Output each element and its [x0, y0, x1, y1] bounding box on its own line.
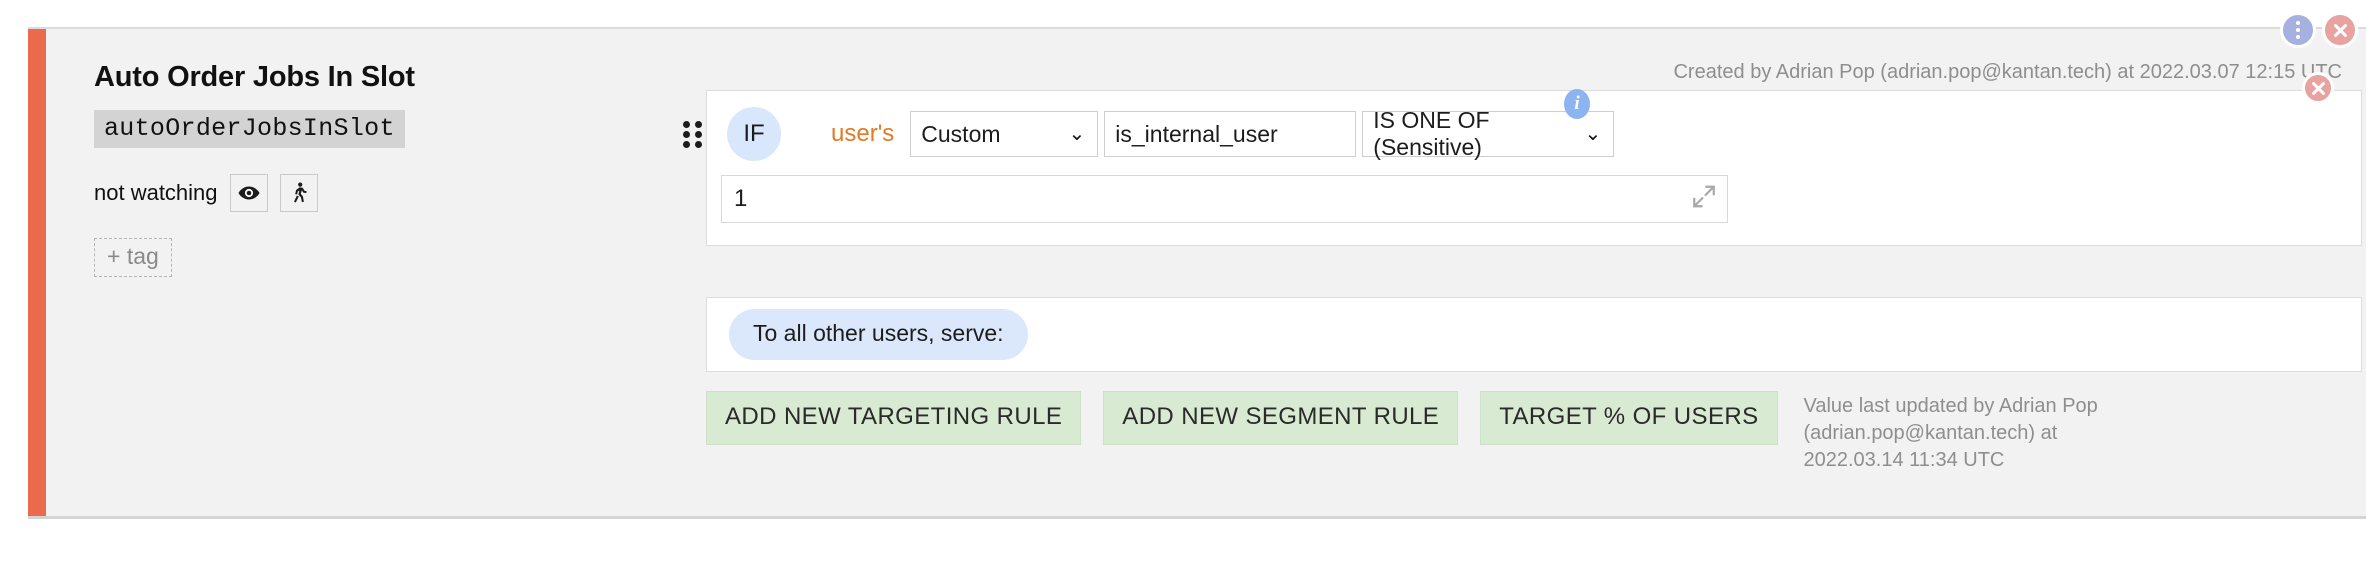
add-tag-button[interactable]: + tag — [94, 238, 172, 278]
rule-subject-label: user's — [831, 120, 894, 148]
card-body: Auto Order Jobs In Slot autoOrderJobsInS… — [46, 29, 2366, 516]
add-targeting-rule-button[interactable]: ADD NEW TARGETING RULE — [706, 391, 1081, 445]
targeting-rule-row: IF user's Custom ⌄ is_internal_user IS O… — [721, 107, 2347, 161]
delete-rule-icon[interactable] — [2302, 72, 2334, 104]
feature-flag-card: Auto Order Jobs In Slot autoOrderJobsInS… — [28, 27, 2366, 519]
status-accent-bar — [28, 29, 46, 516]
target-percent-of-users-button[interactable]: TARGET % OF USERS — [1480, 391, 1777, 445]
chevron-down-icon: ⌄ — [1585, 124, 1602, 144]
if-badge: IF — [727, 107, 781, 161]
kebab-menu-icon[interactable] — [2280, 12, 2316, 48]
flag-detail-screen: Auto Order Jobs In Slot autoOrderJobsInS… — [0, 0, 2366, 572]
attribute-kind-select[interactable]: Custom ⌄ — [910, 111, 1098, 157]
attribute-name-input[interactable]: is_internal_user — [1104, 111, 1356, 157]
rules-column: Created by Adrian Pop (adrian.pop@kantan… — [676, 29, 2366, 516]
kebab-dots — [2296, 21, 2300, 39]
add-segment-rule-button[interactable]: ADD NEW SEGMENT RULE — [1103, 391, 1458, 445]
expand-arrows-icon[interactable] — [1691, 184, 1717, 215]
attribute-kind-value: Custom — [921, 121, 1000, 148]
rule-value-input[interactable]: 1 — [721, 175, 1728, 223]
walking-person-icon[interactable] — [280, 174, 318, 212]
info-icon[interactable]: i — [1564, 89, 1590, 119]
flag-meta-column: Auto Order Jobs In Slot autoOrderJobsInS… — [46, 29, 676, 516]
drag-handle-icon[interactable] — [683, 120, 703, 148]
page-title: Auto Order Jobs In Slot — [94, 62, 676, 94]
default-rule-block: To all other users, serve: — [706, 297, 2362, 372]
actions-row: ADD NEW TARGETING RULE ADD NEW SEGMENT R… — [706, 391, 2124, 474]
rule-value-text: 1 — [734, 187, 747, 211]
watch-row: not watching — [94, 174, 676, 212]
flag-key[interactable]: autoOrderJobsInSlot — [94, 110, 405, 148]
close-icon — [2332, 22, 2349, 39]
chevron-down-icon: ⌄ — [1069, 124, 1086, 144]
close-icon — [2310, 80, 2327, 97]
default-rule-label: To all other users, serve: — [729, 309, 1028, 360]
watch-status-label: not watching — [94, 180, 218, 206]
targeting-rule-block: IF user's Custom ⌄ is_internal_user IS O… — [706, 90, 2362, 246]
last-updated-text: Value last updated by Adrian Pop (adrian… — [1804, 391, 2124, 474]
eye-icon[interactable] — [230, 174, 268, 212]
close-card-icon[interactable] — [2322, 12, 2358, 48]
created-by-text: Created by Adrian Pop (adrian.pop@kantan… — [1673, 61, 2342, 84]
